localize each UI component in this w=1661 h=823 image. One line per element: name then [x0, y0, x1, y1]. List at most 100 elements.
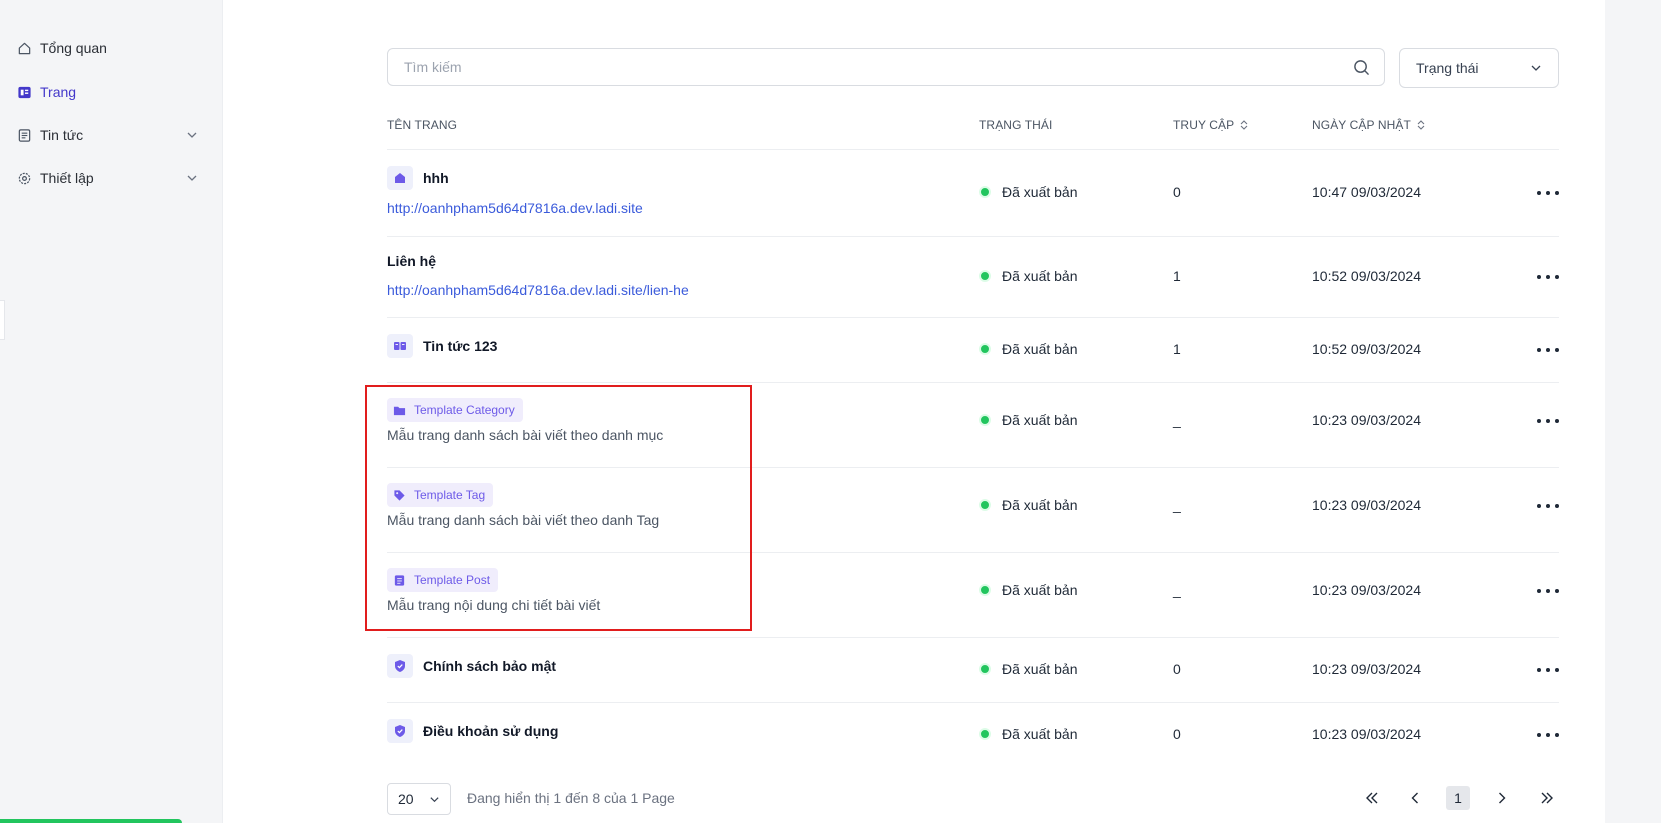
- template-tag-label: Template Category: [414, 403, 515, 417]
- more-actions-icon[interactable]: [1537, 343, 1559, 357]
- template-tag[interactable]: Template Post: [387, 568, 499, 592]
- updated-date-cell: 10:47 09/03/2024: [1312, 184, 1421, 200]
- sidebar-item-pages[interactable]: Trang: [16, 79, 198, 105]
- right-scroll-area: [1605, 0, 1661, 823]
- more-actions-icon[interactable]: [1537, 186, 1559, 200]
- column-header-status: TRẠNG THÁI: [979, 118, 1052, 132]
- sidebar-item-label: Thiết lập: [40, 170, 94, 186]
- more-actions-icon[interactable]: [1537, 584, 1559, 598]
- document-icon: [393, 574, 406, 587]
- status-dot: [979, 584, 991, 596]
- more-actions-icon[interactable]: [1537, 499, 1559, 513]
- updated-date-cell: 10:52 09/03/2024: [1312, 341, 1421, 357]
- chevron-down-icon: [1530, 62, 1542, 74]
- page-size-value: 20: [398, 791, 414, 807]
- sort-icon[interactable]: [1240, 119, 1248, 131]
- table-row[interactable]: Điều khoản sử dụng Đã xuất bản 0 10:23 0…: [387, 703, 1559, 767]
- more-actions-icon[interactable]: [1537, 414, 1559, 428]
- page-title: Chính sách bảo mật: [423, 658, 557, 674]
- table-row[interactable]: Liên hệ http://oanhpham5d64d7816a.dev.la…: [387, 237, 1559, 317]
- status-cell: Đã xuất bản: [979, 661, 1078, 677]
- status-text: Đã xuất bản: [1002, 268, 1078, 284]
- status-text: Đã xuất bản: [1002, 726, 1078, 742]
- chevron-down-icon: [186, 129, 198, 141]
- status-filter-select[interactable]: Trạng thái: [1399, 48, 1559, 88]
- more-actions-icon[interactable]: [1537, 728, 1559, 742]
- template-tag-label: Template Post: [414, 573, 491, 587]
- status-cell: Đã xuất bản: [979, 268, 1078, 284]
- status-dot: [979, 414, 991, 426]
- column-header-updated[interactable]: NGÀY CẬP NHẬT: [1312, 118, 1425, 132]
- more-actions-icon[interactable]: [1537, 663, 1559, 677]
- template-tag-label: Template Tag: [414, 488, 486, 502]
- folder-icon: [393, 404, 406, 417]
- page-title: hhh: [423, 170, 449, 186]
- table-row[interactable]: Chính sách bảo mật Đã xuất bản 0 10:23 0…: [387, 638, 1559, 702]
- template-tag[interactable]: Template Category: [387, 398, 523, 422]
- table-row[interactable]: Template Post Mẫu trang nội dung chi tiế…: [387, 553, 1559, 637]
- tag-icon: [393, 489, 406, 502]
- prev-page-icon[interactable]: [1403, 786, 1427, 810]
- column-header-label: NGÀY CẬP NHẬT: [1312, 118, 1411, 132]
- shield-icon: [387, 654, 413, 678]
- page-title[interactable]: Liên hệ: [387, 253, 436, 269]
- page-title: Tin tức 123: [423, 338, 498, 354]
- sidebar-item-settings[interactable]: Thiết lập: [16, 165, 198, 191]
- column-header-label: TÊN TRANG: [387, 118, 458, 132]
- sidebar-item-overview[interactable]: Tổng quan: [16, 35, 198, 61]
- home-icon: [16, 40, 32, 56]
- next-page-icon[interactable]: [1490, 786, 1514, 810]
- template-description: Mẫu trang danh sách bài viết theo danh T…: [387, 512, 660, 528]
- visits-cell: _: [1173, 497, 1181, 513]
- more-actions-icon[interactable]: [1537, 270, 1559, 284]
- updated-date-cell: 10:23 09/03/2024: [1312, 497, 1421, 513]
- book-icon: [387, 334, 413, 358]
- template-tag[interactable]: Template Tag: [387, 483, 494, 507]
- chevron-down-icon: [186, 172, 198, 184]
- search-input[interactable]: [402, 58, 1353, 76]
- table-row[interactable]: Template Tag Mẫu trang danh sách bài viế…: [387, 468, 1559, 552]
- page-title-cell[interactable]: Tin tức 123: [387, 334, 497, 358]
- visits-cell: _: [1173, 582, 1181, 598]
- last-page-icon[interactable]: [1535, 786, 1559, 810]
- template-description: Mẫu trang nội dung chi tiết bài viết: [387, 597, 601, 613]
- status-dot: [979, 499, 991, 511]
- status-dot: [979, 728, 991, 740]
- home-page-icon: [387, 166, 413, 190]
- page-title-cell[interactable]: hhh: [387, 166, 449, 190]
- first-page-icon[interactable]: [1360, 786, 1384, 810]
- shield-icon: [387, 719, 413, 743]
- status-dot: [979, 663, 991, 675]
- status-text: Đã xuất bản: [1002, 497, 1078, 513]
- column-header-label: TRẠNG THÁI: [979, 118, 1053, 132]
- updated-date-cell: 10:23 09/03/2024: [1312, 412, 1421, 428]
- current-page-button[interactable]: 1: [1446, 786, 1470, 810]
- sidebar: Tổng quan Trang Tin tức Thiết lập: [0, 0, 223, 823]
- page-size-select[interactable]: 20: [387, 783, 451, 815]
- search-icon[interactable]: [1353, 59, 1370, 76]
- sidebar-collapse-handle[interactable]: [0, 300, 5, 340]
- sidebar-item-label: Tin tức: [40, 127, 84, 143]
- page-url-link[interactable]: http://oanhpham5d64d7816a.dev.ladi.site/…: [387, 282, 689, 298]
- pagination-summary: Đang hiển thị 1 đến 8 của 1 Page: [467, 790, 675, 806]
- page-title-cell[interactable]: Chính sách bảo mật: [387, 654, 556, 678]
- table-row[interactable]: Template Category Mẫu trang danh sách bà…: [387, 383, 1559, 467]
- status-dot: [979, 186, 991, 198]
- status-text: Đã xuất bản: [1002, 412, 1078, 428]
- status-cell: Đã xuất bản: [979, 726, 1078, 742]
- page-title-cell[interactable]: Điều khoản sử dụng: [387, 719, 558, 743]
- sidebar-item-news[interactable]: Tin tức: [16, 122, 198, 148]
- page-title: Điều khoản sử dụng: [423, 723, 559, 739]
- column-header-visits[interactable]: TRUY CẬP: [1173, 118, 1248, 132]
- status-dot: [979, 270, 991, 282]
- visits-cell: 0: [1173, 726, 1181, 742]
- status-text: Đã xuất bản: [1002, 582, 1078, 598]
- page-url-link[interactable]: http://oanhpham5d64d7816a.dev.ladi.site: [387, 200, 643, 216]
- search-box[interactable]: [387, 48, 1385, 86]
- table-row[interactable]: hhh http://oanhpham5d64d7816a.dev.ladi.s…: [387, 150, 1559, 236]
- visits-cell: 1: [1173, 268, 1181, 284]
- table-row[interactable]: Tin tức 123 Đã xuất bản 1 10:52 09/03/20…: [387, 318, 1559, 382]
- column-header-name: TÊN TRANG: [387, 118, 457, 132]
- sort-icon[interactable]: [1417, 119, 1425, 131]
- status-text: Đã xuất bản: [1002, 661, 1078, 677]
